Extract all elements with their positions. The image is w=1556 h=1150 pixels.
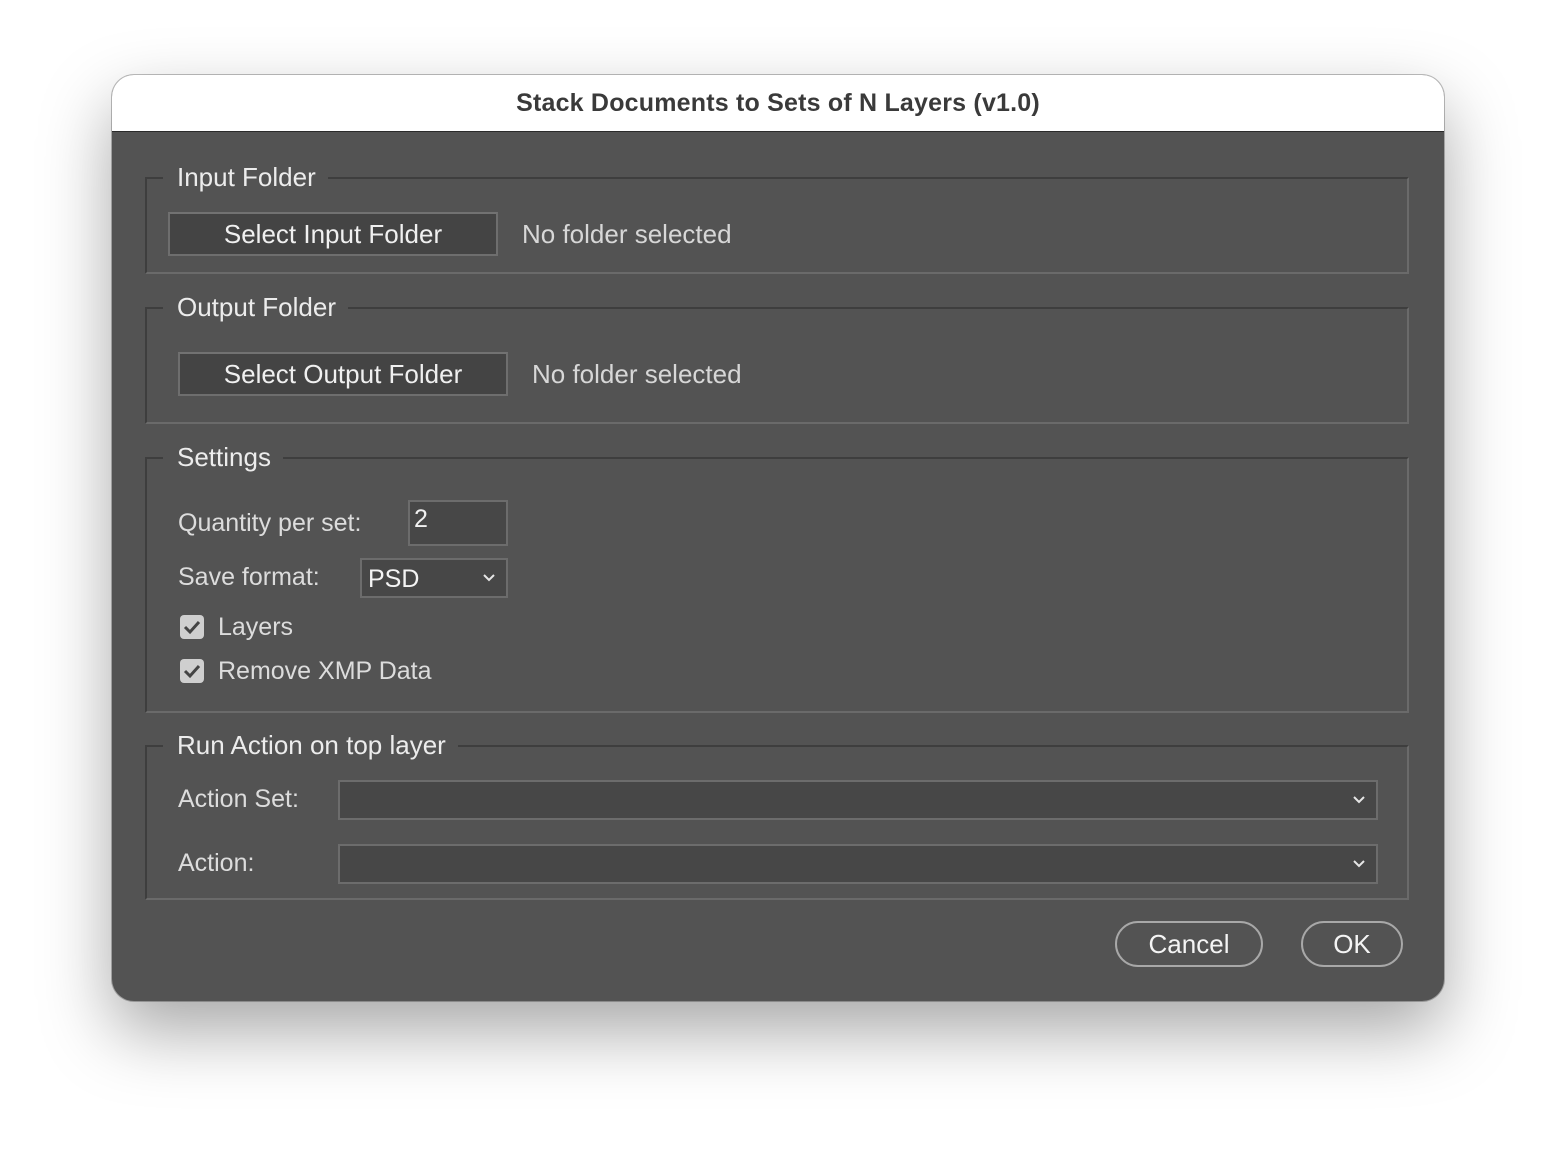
checkmark-icon bbox=[183, 664, 201, 679]
remove-xmp-checkbox[interactable] bbox=[180, 659, 204, 683]
input-folder-status: No folder selected bbox=[522, 219, 732, 249]
action-label: Action: bbox=[178, 849, 255, 877]
cancel-button[interactable]: Cancel bbox=[1115, 921, 1263, 967]
save-format-label: Save format: bbox=[178, 563, 320, 591]
chevron-down-icon bbox=[483, 574, 495, 582]
layers-label[interactable]: Layers bbox=[218, 612, 293, 642]
quantity-label: Quantity per set: bbox=[178, 509, 362, 537]
settings-title: Settings bbox=[163, 440, 283, 474]
dialog-window: Stack Documents to Sets of N Layers (v1.… bbox=[112, 75, 1444, 1001]
input-folder-title: Input Folder bbox=[163, 160, 328, 194]
chevron-down-icon bbox=[1353, 860, 1365, 868]
layers-checkbox[interactable] bbox=[180, 615, 204, 639]
title-bar[interactable]: Stack Documents to Sets of N Layers (v1.… bbox=[112, 75, 1444, 132]
run-action-title: Run Action on top layer bbox=[163, 728, 458, 762]
action-set-select[interactable] bbox=[338, 780, 1378, 820]
select-input-folder-button[interactable]: Select Input Folder bbox=[168, 212, 498, 256]
output-folder-status: No folder selected bbox=[532, 359, 742, 389]
save-format-select[interactable]: PSD bbox=[360, 558, 508, 598]
checkmark-icon bbox=[183, 620, 201, 635]
select-output-folder-button[interactable]: Select Output Folder bbox=[178, 352, 508, 396]
action-select[interactable] bbox=[338, 844, 1378, 884]
save-format-value: PSD bbox=[368, 565, 420, 593]
action-set-label: Action Set: bbox=[178, 785, 299, 813]
quantity-input[interactable]: 2 bbox=[408, 500, 508, 546]
output-folder-title: Output Folder bbox=[163, 290, 348, 324]
remove-xmp-label[interactable]: Remove XMP Data bbox=[218, 656, 432, 686]
dialog-title: Stack Documents to Sets of N Layers (v1.… bbox=[516, 88, 1040, 117]
ok-button[interactable]: OK bbox=[1301, 921, 1403, 967]
chevron-down-icon bbox=[1353, 796, 1365, 804]
